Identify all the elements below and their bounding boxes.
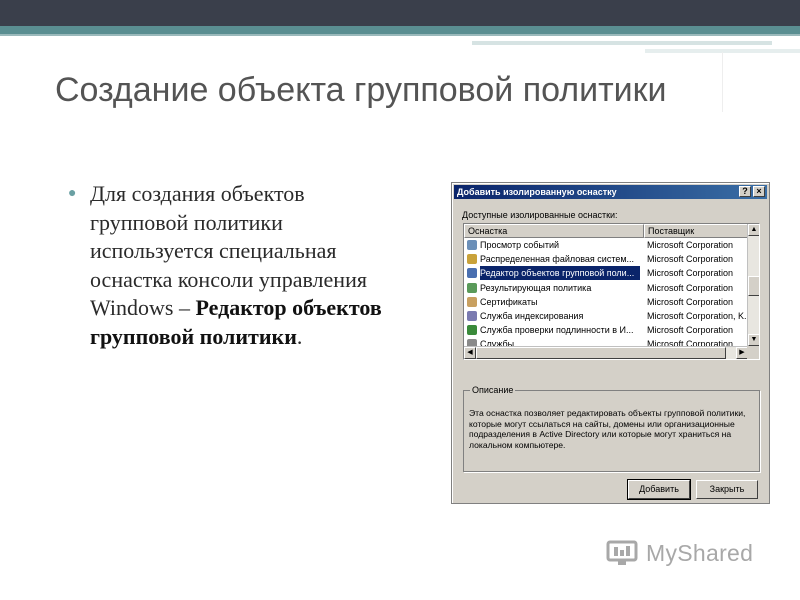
snapin-name: Служба проверки подлинности в И... [480,325,634,336]
snapin-vendor: Microsoft Corporation [647,325,734,336]
snapin-name: Просмотр событий [480,240,560,250]
rsop-icon [467,282,477,293]
snapin-row[interactable]: Редактор объектов групповой поли... Micro… [464,265,748,282]
close-icon[interactable]: × [753,186,765,197]
bullet-dot-icon: ● [68,186,77,201]
ias-icon [467,325,477,336]
snapin-vendor: Microsoft Corporation [647,240,734,250]
snapin-row[interactable]: Распределенная файловая систем... Microso… [464,252,748,266]
snapin-vendor: Microsoft Corporation, K... [647,310,747,321]
header-bar-teal [0,26,800,34]
snapin-row[interactable]: Служба индексирования Microsoft Corporati… [464,309,748,323]
description-legend: Описание [470,385,516,396]
available-snapins-label: Доступные изолированные оснастки: [462,210,618,220]
header-bar-accent [0,34,800,36]
snapin-vendor: Microsoft Corporation [647,254,734,265]
column-header-vendor[interactable]: Поставщик [644,224,748,238]
snapin-vendor: Microsoft Corporation [647,282,734,293]
header-bar-dark [0,0,800,26]
bullet-item: ● Для создания объектов групповой полити… [68,180,398,351]
snapin-name: Распределенная файловая систем... [480,254,635,265]
description-text: Эта оснастка позволяет редактировать объ… [469,408,746,450]
snapin-name: Служба индексирования [480,310,584,321]
description-group: Описание Эта оснастка позволяет редактир… [463,385,760,472]
snapin-name: Редактор объектов групповой поли... [479,265,641,282]
scroll-thumb[interactable] [748,276,759,296]
scroll-up-icon[interactable]: ▲ [748,224,759,236]
bullet-text-end: . [296,323,303,349]
dialog-titlebar: Добавить изолированную оснастку ? × [454,185,767,199]
header-stripe [472,41,772,45]
myshared-logo-icon [606,540,638,565]
snapin-rows: Просмотр событий Microsoft Corporation Рас… [464,238,748,359]
dialog-title: Добавить изолированную оснастку [457,187,617,197]
close-button[interactable]: Закрыть [696,480,758,499]
scroll-corner [747,346,759,359]
snapin-row[interactable]: Просмотр событий Microsoft Corporation [464,238,748,252]
snapin-row[interactable]: Сертификаты Microsoft Corporation [464,295,748,309]
snapin-name: Результирующая политика [480,282,592,293]
indexing-icon [467,310,477,321]
horizontal-scrollbar[interactable]: ◀ ▶ [464,346,748,359]
certificates-icon [467,296,477,307]
snapin-row[interactable]: Результирующая политика Microsoft Corpora… [464,281,748,295]
add-button[interactable]: Добавить [627,479,691,500]
decorative-line [722,52,723,112]
vertical-scrollbar[interactable]: ▲ ▼ [747,224,759,346]
help-button[interactable]: ? [739,186,751,197]
snapin-row[interactable]: Служба проверки подлинности в И... Micros… [464,323,748,337]
dfs-icon [467,254,477,265]
add-snapin-dialog: Добавить изолированную оснастку ? × Дост… [451,182,770,504]
snapin-vendor: Microsoft Corporation [647,296,734,307]
column-header-snapin[interactable]: Оснастка [464,224,644,238]
watermark: MyShared [606,534,766,574]
scroll-left-icon[interactable]: ◀ [464,347,476,359]
snapin-vendor: Microsoft Corporation [647,268,734,279]
slide-title: Создание объекта групповой политики [55,71,667,109]
scroll-down-icon[interactable]: ▼ [748,334,759,346]
hscroll-thumb[interactable] [476,347,726,359]
watermark-text: MyShared [646,540,754,566]
snapin-name: Сертификаты [480,296,538,307]
snapin-list[interactable]: Оснастка Поставщик Просмотр событий Micro… [463,223,760,360]
group-policy-icon [467,268,477,279]
bullet-text: Для создания объектов групповой политики… [90,180,398,351]
event-viewer-icon [467,240,477,250]
